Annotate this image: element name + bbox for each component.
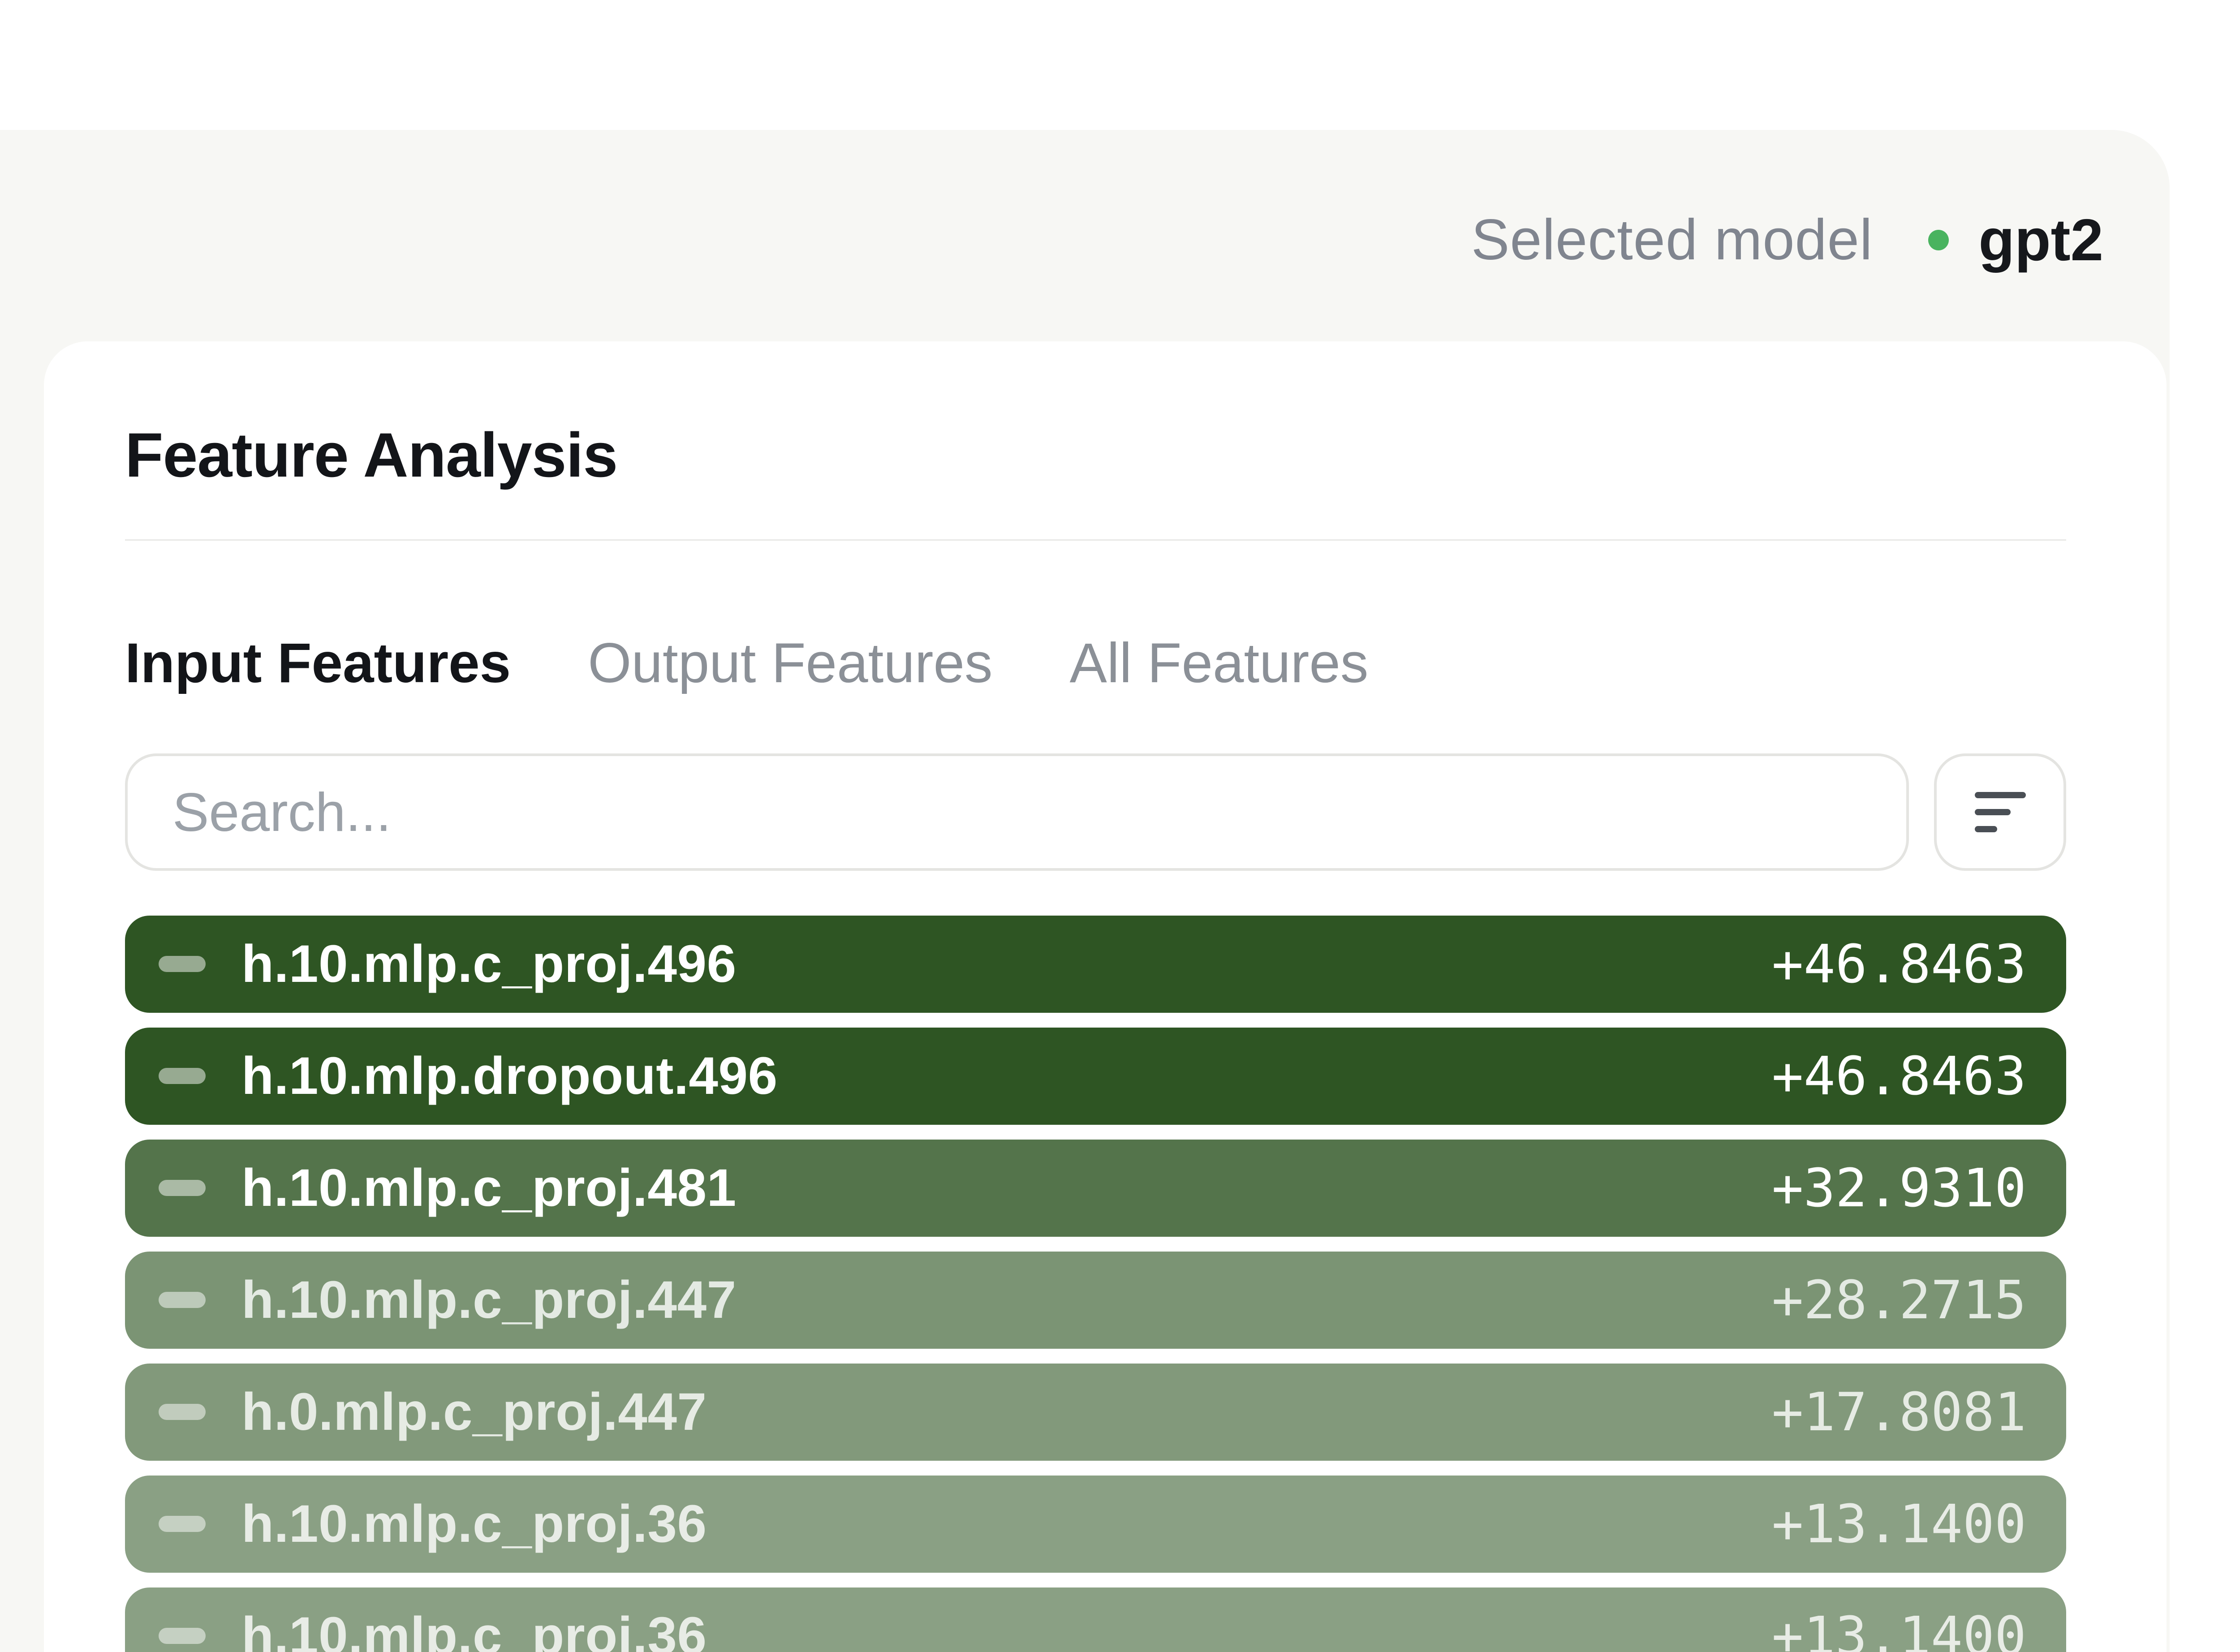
feature-row[interactable]: h.10.mlp.c_proj.481 +32.9310	[125, 1140, 2066, 1237]
filter-button[interactable]	[1934, 753, 2066, 871]
tab-output-features[interactable]: Output Features	[588, 632, 992, 694]
feature-value: +46.8463	[1772, 933, 2026, 995]
filter-sort-icon	[1973, 789, 2027, 835]
tab-all-features[interactable]: All Features	[1069, 632, 1368, 694]
model-name: gpt2	[1978, 206, 2103, 274]
model-header: Selected model gpt2	[1471, 206, 2103, 274]
tab-input-features[interactable]: Input Features	[125, 632, 511, 694]
feature-row[interactable]: h.10.mlp.c_proj.447 +28.2715	[125, 1252, 2066, 1349]
feature-row[interactable]: h.10.mlp.c_proj.496 +46.8463	[125, 916, 2066, 1013]
feature-name: h.10.mlp.c_proj.36	[241, 1493, 1772, 1554]
feature-row[interactable]: h.0.mlp.c_proj.447 +17.8081	[125, 1364, 2066, 1461]
model-status-dot	[1928, 230, 1949, 250]
feature-value: +28.2715	[1772, 1269, 2026, 1331]
feature-row[interactable]: h.10.mlp.c_proj.36 +13.1400	[125, 1587, 2066, 1652]
feature-value: +13.1400	[1772, 1605, 2026, 1652]
page: Selected model gpt2 Feature Analysis Inp…	[0, 0, 2240, 1652]
feature-value: +17.8081	[1772, 1381, 2026, 1443]
dash-icon	[159, 1292, 206, 1308]
feature-name: h.10.mlp.c_proj.36	[241, 1605, 1772, 1652]
tabs: Input Features Output Features All Featu…	[125, 632, 2066, 694]
feature-value: +13.1400	[1772, 1493, 2026, 1555]
dash-icon	[159, 1628, 206, 1644]
selected-model-label: Selected model	[1471, 207, 1873, 273]
feature-analysis-card: Feature Analysis Input Features Output F…	[44, 341, 2167, 1652]
feature-row[interactable]: h.10.mlp.c_proj.36 +13.1400	[125, 1476, 2066, 1573]
feature-list: h.10.mlp.c_proj.496 +46.8463 h.10.mlp.dr…	[125, 916, 2066, 1652]
feature-value: +46.8463	[1772, 1045, 2026, 1107]
dash-icon	[159, 956, 206, 972]
search-input[interactable]	[125, 753, 1909, 871]
feature-name: h.0.mlp.c_proj.447	[241, 1381, 1772, 1442]
feature-name: h.10.mlp.dropout.496	[241, 1045, 1772, 1106]
page-title: Feature Analysis	[125, 422, 2066, 488]
feature-name: h.10.mlp.c_proj.481	[241, 1157, 1772, 1218]
divider	[125, 539, 2066, 541]
feature-name: h.10.mlp.c_proj.496	[241, 934, 1772, 994]
dash-icon	[159, 1404, 206, 1420]
model-panel: Selected model gpt2 Feature Analysis Inp…	[0, 130, 2170, 1652]
dash-icon	[159, 1068, 206, 1084]
feature-value: +32.9310	[1772, 1157, 2026, 1219]
feature-name: h.10.mlp.c_proj.447	[241, 1269, 1772, 1330]
search-row	[125, 753, 2066, 871]
dash-icon	[159, 1180, 206, 1196]
feature-row[interactable]: h.10.mlp.dropout.496 +46.8463	[125, 1028, 2066, 1125]
dash-icon	[159, 1516, 206, 1532]
